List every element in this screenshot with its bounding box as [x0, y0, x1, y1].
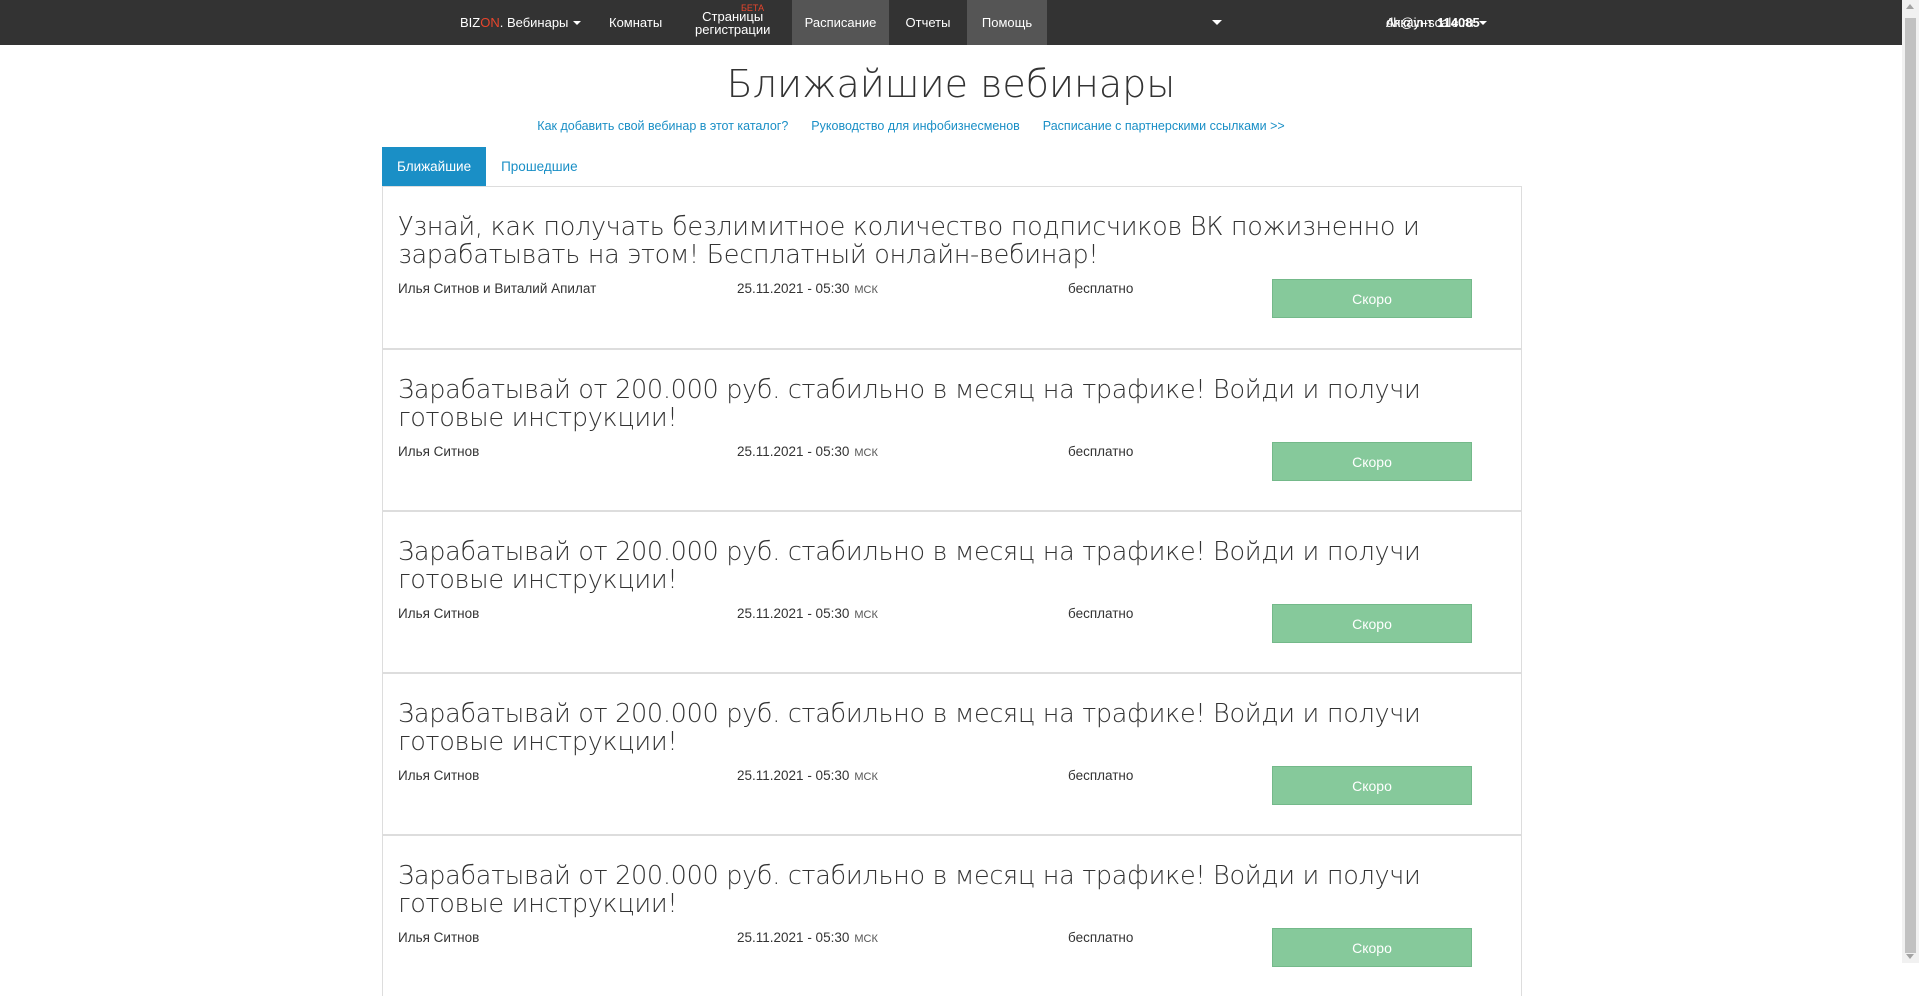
webinar-price: бесплатно [1068, 768, 1134, 783]
caret-down-icon [1212, 20, 1222, 25]
webinar-title[interactable]: Зарабатывай от 200.000 руб. стабильно в … [398, 862, 1508, 918]
webinar-timezone: МСК [854, 284, 878, 296]
webinar-title[interactable]: Узнай, как получать безлимитное количест… [398, 213, 1508, 269]
webinar-timezone: МСК [854, 447, 878, 459]
webinar-timezone: МСК [854, 771, 878, 783]
webinar-card: Зарабатывай от 200.000 руб. стабильно в … [382, 510, 1522, 672]
webinar-date: 25.11.2021 - 05:30 МСК [737, 930, 878, 945]
nav-rooms[interactable]: Комнаты [609, 0, 662, 45]
nav-reg-line2: регистрации [695, 21, 771, 37]
webinar-card: Зарабатывай от 200.000 руб. стабильно в … [382, 834, 1522, 996]
webinar-title[interactable]: Зарабатывай от 200.000 руб. стабильно в … [398, 376, 1508, 432]
webinar-speaker: Илья Ситнов [398, 606, 480, 621]
nav-dropdown-toggle[interactable] [1210, 0, 1224, 45]
soon-button[interactable]: Скоро [1272, 604, 1472, 643]
webinar-timezone: МСК [854, 609, 878, 621]
page-title: Ближайшие вебинары [726, 62, 1176, 106]
nav-registration-pages[interactable]: БЕТА Страницы регистрации [695, 0, 770, 45]
soon-button[interactable]: Скоро [1272, 766, 1472, 805]
chevron-down-icon [573, 20, 582, 25]
chevron-down-icon [1478, 20, 1487, 25]
link-infobusiness-guide[interactable]: Руководство для инфобизнесменов [811, 119, 1020, 133]
scroll-up-icon[interactable] [1906, 4, 1914, 9]
brand-biz: BIZ [460, 15, 481, 30]
soon-button[interactable]: Скоро [1272, 442, 1472, 481]
webinar-date: 25.11.2021 - 05:30 МСК [737, 281, 878, 296]
webinar-speaker: Илья Ситнов [398, 444, 480, 459]
webinar-price: бесплатно [1068, 606, 1134, 621]
tab-past[interactable]: Прошедшие [486, 147, 593, 186]
brand-webinars-label: . Вебинары [499, 15, 569, 30]
webinar-title[interactable]: Зарабатывай от 200.000 руб. стабильно в … [398, 538, 1508, 594]
webinar-card: Зарабатывай от 200.000 руб. стабильно в … [382, 672, 1522, 834]
vertical-scrollbar[interactable] [1902, 0, 1919, 963]
link-add-webinar[interactable]: Как добавить свой вебинар в этот каталог… [537, 119, 788, 133]
help-links: Как добавить свой вебинар в этот каталог… [0, 119, 1902, 133]
webinar-date: 25.11.2021 - 05:30 МСК [737, 768, 878, 783]
soon-button[interactable]: Скоро [1272, 279, 1472, 318]
beta-badge: БЕТА [741, 3, 765, 13]
webinar-date-value: 25.11.2021 - 05:30 [737, 444, 850, 459]
nav-schedule[interactable]: Расписание [792, 0, 889, 45]
webinar-price: бесплатно [1068, 281, 1134, 296]
webinar-speaker: Илья Ситнов [398, 930, 480, 945]
account-email-menu[interactable]: dh@in-scale.ru [1386, 0, 1487, 45]
nav-reports[interactable]: Отчеты [889, 0, 967, 45]
webinar-card: Узнай, как получать безлимитное количест… [382, 186, 1522, 348]
webinar-date: 25.11.2021 - 05:30 МСК [737, 444, 878, 459]
webinar-price: бесплатно [1068, 930, 1134, 945]
webinar-date-value: 25.11.2021 - 05:30 [737, 281, 850, 296]
webinar-timezone: МСК [854, 933, 878, 945]
webinar-speaker: Илья Ситнов и Виталий Апилат [398, 281, 597, 296]
webinar-speaker: Илья Ситнов [398, 768, 480, 783]
scroll-down-icon[interactable] [1906, 954, 1914, 959]
brand-webinars-menu[interactable]: BIZ ON. Вебинары [460, 0, 582, 45]
tab-upcoming[interactable]: Ближайшие [382, 147, 487, 186]
nav-help[interactable]: Помощь [967, 0, 1047, 45]
webinar-price: бесплатно [1068, 444, 1134, 459]
top-navbar: BIZ ON. Вебинары Комнаты БЕТА Страницы ре… [0, 0, 1902, 45]
soon-button[interactable]: Скоро [1272, 928, 1472, 967]
webinar-date-value: 25.11.2021 - 05:30 [737, 768, 850, 783]
link-partner-schedule[interactable]: Расписание с партнерскими ссылками >> [1043, 119, 1285, 133]
webinar-title[interactable]: Зарабатывай от 200.000 руб. стабильно в … [398, 700, 1508, 756]
webinar-date-value: 25.11.2021 - 05:30 [737, 606, 850, 621]
webinar-list: Узнай, как получать безлимитное количест… [382, 186, 1522, 996]
brand-on: ON [480, 15, 500, 30]
scrollbar-thumb[interactable] [1905, 18, 1916, 953]
webinar-date: 25.11.2021 - 05:30 МСК [737, 606, 878, 621]
webinar-card: Зарабатывай от 200.000 руб. стабильно в … [382, 348, 1522, 510]
webinar-tabs: Ближайшие Прошедшие [382, 147, 593, 186]
webinar-date-value: 25.11.2021 - 05:30 [737, 930, 850, 945]
account-email: dh@in-scale.ru [1386, 15, 1474, 30]
